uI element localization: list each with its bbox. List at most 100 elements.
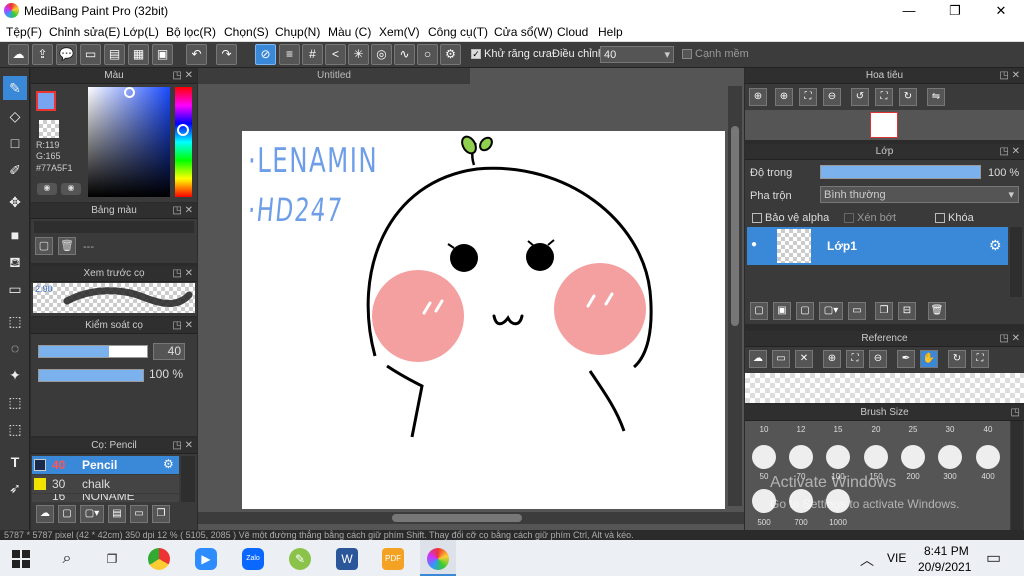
panel-close-icon[interactable]: ◳ ✕ [172,68,193,84]
new-halftone-layer-icon[interactable]: ▣ [773,302,791,320]
horizontal-scroll-thumb[interactable] [392,514,522,522]
pen-tool-icon[interactable]: ✐ [3,158,27,182]
foreground-color-swatch[interactable] [36,91,56,111]
menu-edit[interactable]: Chỉnh sửa(E) [49,25,120,39]
zoom-app-icon[interactable]: ▶ [195,548,217,570]
brush-size-dot[interactable] [976,445,1000,469]
brush-size-option[interactable]: 20 [861,425,891,434]
navigator-preview[interactable] [745,110,1024,140]
settings-icon[interactable]: ⚙ [440,44,461,65]
speech-icon[interactable]: ▭ [80,44,101,65]
menu-layer[interactable]: Lớp(L) [123,25,159,39]
protect-alpha-checkbox[interactable] [752,213,762,223]
eraser-tool-icon[interactable]: ◇ [3,104,27,128]
transparent-swatch[interactable] [39,120,59,138]
grid-icon[interactable]: ▣ [152,44,173,65]
minimize-button[interactable]: — [886,0,932,22]
duplicate-icon[interactable]: ❐ [152,505,170,523]
medibang-icon[interactable]: ✎ [289,548,311,570]
clip-checkbox[interactable] [844,213,854,223]
folder-icon[interactable]: ▭ [848,302,866,320]
menu-select[interactable]: Chọn(S) [224,25,269,39]
ellipse-snap-icon[interactable]: ○ [417,44,438,65]
brush-size-option[interactable]: 12 [786,425,816,434]
new-layer-icon[interactable]: ▢ [750,302,768,320]
move-tool-icon[interactable]: ✥ [3,190,27,214]
brush-size-scrollbar[interactable] [1011,421,1023,530]
brush-size-option[interactable]: 500 [749,518,779,527]
chrome-icon[interactable] [148,548,170,570]
dot-tool-icon[interactable]: □ [3,131,27,155]
snap-off-icon[interactable]: ⊘ [255,44,276,65]
brush-size-dot[interactable] [826,445,850,469]
brush-size-option[interactable]: 25 [898,425,928,434]
cloud-brush-icon[interactable]: ☁ [36,505,54,523]
pdf-icon[interactable]: PDF [382,548,404,570]
brush-item-pencil[interactable]: 40 Pencil ⚙ [32,456,179,474]
gear-icon[interactable]: ⚙ [163,457,174,471]
save-icon[interactable]: ⇪ [32,44,53,65]
reference-view[interactable] [745,373,1024,403]
select-eraser-icon[interactable]: ⬚ [3,417,27,441]
fit-window-icon[interactable]: ⛶ [846,350,864,368]
chevron-up-icon[interactable]: ︿ [860,550,874,570]
text-tool-icon[interactable]: T [3,450,27,474]
panel-close-icon[interactable]: ◳ ✕ [172,266,193,282]
layer-blend-select[interactable]: Bình thường ▾ [820,186,1019,203]
new-1bit-layer-icon[interactable]: ▢ [796,302,814,320]
zoom-out-icon[interactable]: ⊖ [869,350,887,368]
brush-size-dot[interactable] [938,445,962,469]
panel-close-icon[interactable]: ◳ ✕ [999,331,1020,347]
brush-size-option[interactable]: 300 [935,472,965,481]
rotate-left-icon[interactable]: ↺ [851,88,869,106]
brush-size-dot[interactable] [752,445,776,469]
brush-size-option[interactable]: 10 [749,425,779,434]
circle-snap-icon[interactable]: ◎ [371,44,392,65]
layer-scrollbar[interactable] [1010,227,1022,297]
antialias-checkbox[interactable]: ✓ [471,49,481,59]
vanish-snap-icon[interactable]: < [325,44,346,65]
brush-list-scrollbar[interactable] [181,456,195,502]
hue-cursor[interactable] [177,124,189,136]
menu-file[interactable]: Tệp(F) [6,25,42,39]
redo-icon[interactable]: ↷ [216,44,237,65]
duplicate-layer-icon[interactable]: ❐ [875,302,893,320]
zoom-out-icon[interactable]: ⊖ [823,88,841,106]
smooth-checkbox[interactable] [682,49,692,59]
brush-size-value[interactable]: 40 [153,343,185,360]
menu-cloud[interactable]: Cloud [557,25,588,39]
bucket-tool-icon[interactable]: ⛾ [3,250,27,274]
language-indicator[interactable]: VIE [887,551,906,565]
cross-snap-icon[interactable]: # [302,44,323,65]
reset-view-icon[interactable]: ⛶ [875,88,893,106]
fill-shape-tool-icon[interactable]: ■ [3,223,27,247]
vertical-scroll-thumb[interactable] [731,126,739,326]
search-icon[interactable]: ⌕ [56,548,78,570]
new-palette-icon[interactable]: ▢ [35,237,53,255]
open-folder-icon[interactable]: ▭ [772,350,790,368]
drawing-canvas[interactable]: ·LENAMIN ·HD247 [242,131,725,509]
hue-slider[interactable] [175,87,192,197]
document-tab[interactable]: Untitled [198,68,470,84]
rotate-icon[interactable]: ↻ [948,350,966,368]
menu-view[interactable]: Xem(V) [379,25,420,39]
undo-icon[interactable]: ↶ [186,44,207,65]
color-picker-icon[interactable]: ◉ [61,183,81,195]
brush-size-dot[interactable] [901,445,925,469]
fit-window-icon[interactable]: ⛶ [799,88,817,106]
eyedropper-icon[interactable]: ✒ [897,350,915,368]
add-brush-menu-icon[interactable]: ▢▾ [80,505,104,523]
active-app-highlight[interactable] [420,540,456,576]
brush-item-chalk[interactable]: 30 chalk [32,475,179,493]
close-reference-icon[interactable]: ✕ [795,350,813,368]
gear-icon[interactable]: ⚙ [989,237,1002,254]
radial-snap-icon[interactable]: ✳ [348,44,369,65]
brush-size-option[interactable]: 15 [823,425,853,434]
zoom-in-icon[interactable]: ⊕ [775,88,793,106]
saturation-brightness-picker[interactable] [88,87,170,197]
gradient-tool-icon[interactable]: ▭ [3,277,27,301]
lasso-tool-icon[interactable]: ◌ [3,336,27,360]
brush-item-noname[interactable]: 16 NONAME [32,494,179,502]
brush-size-option[interactable]: 200 [898,472,928,481]
menu-tools[interactable]: Công cụ(T) [428,25,488,39]
